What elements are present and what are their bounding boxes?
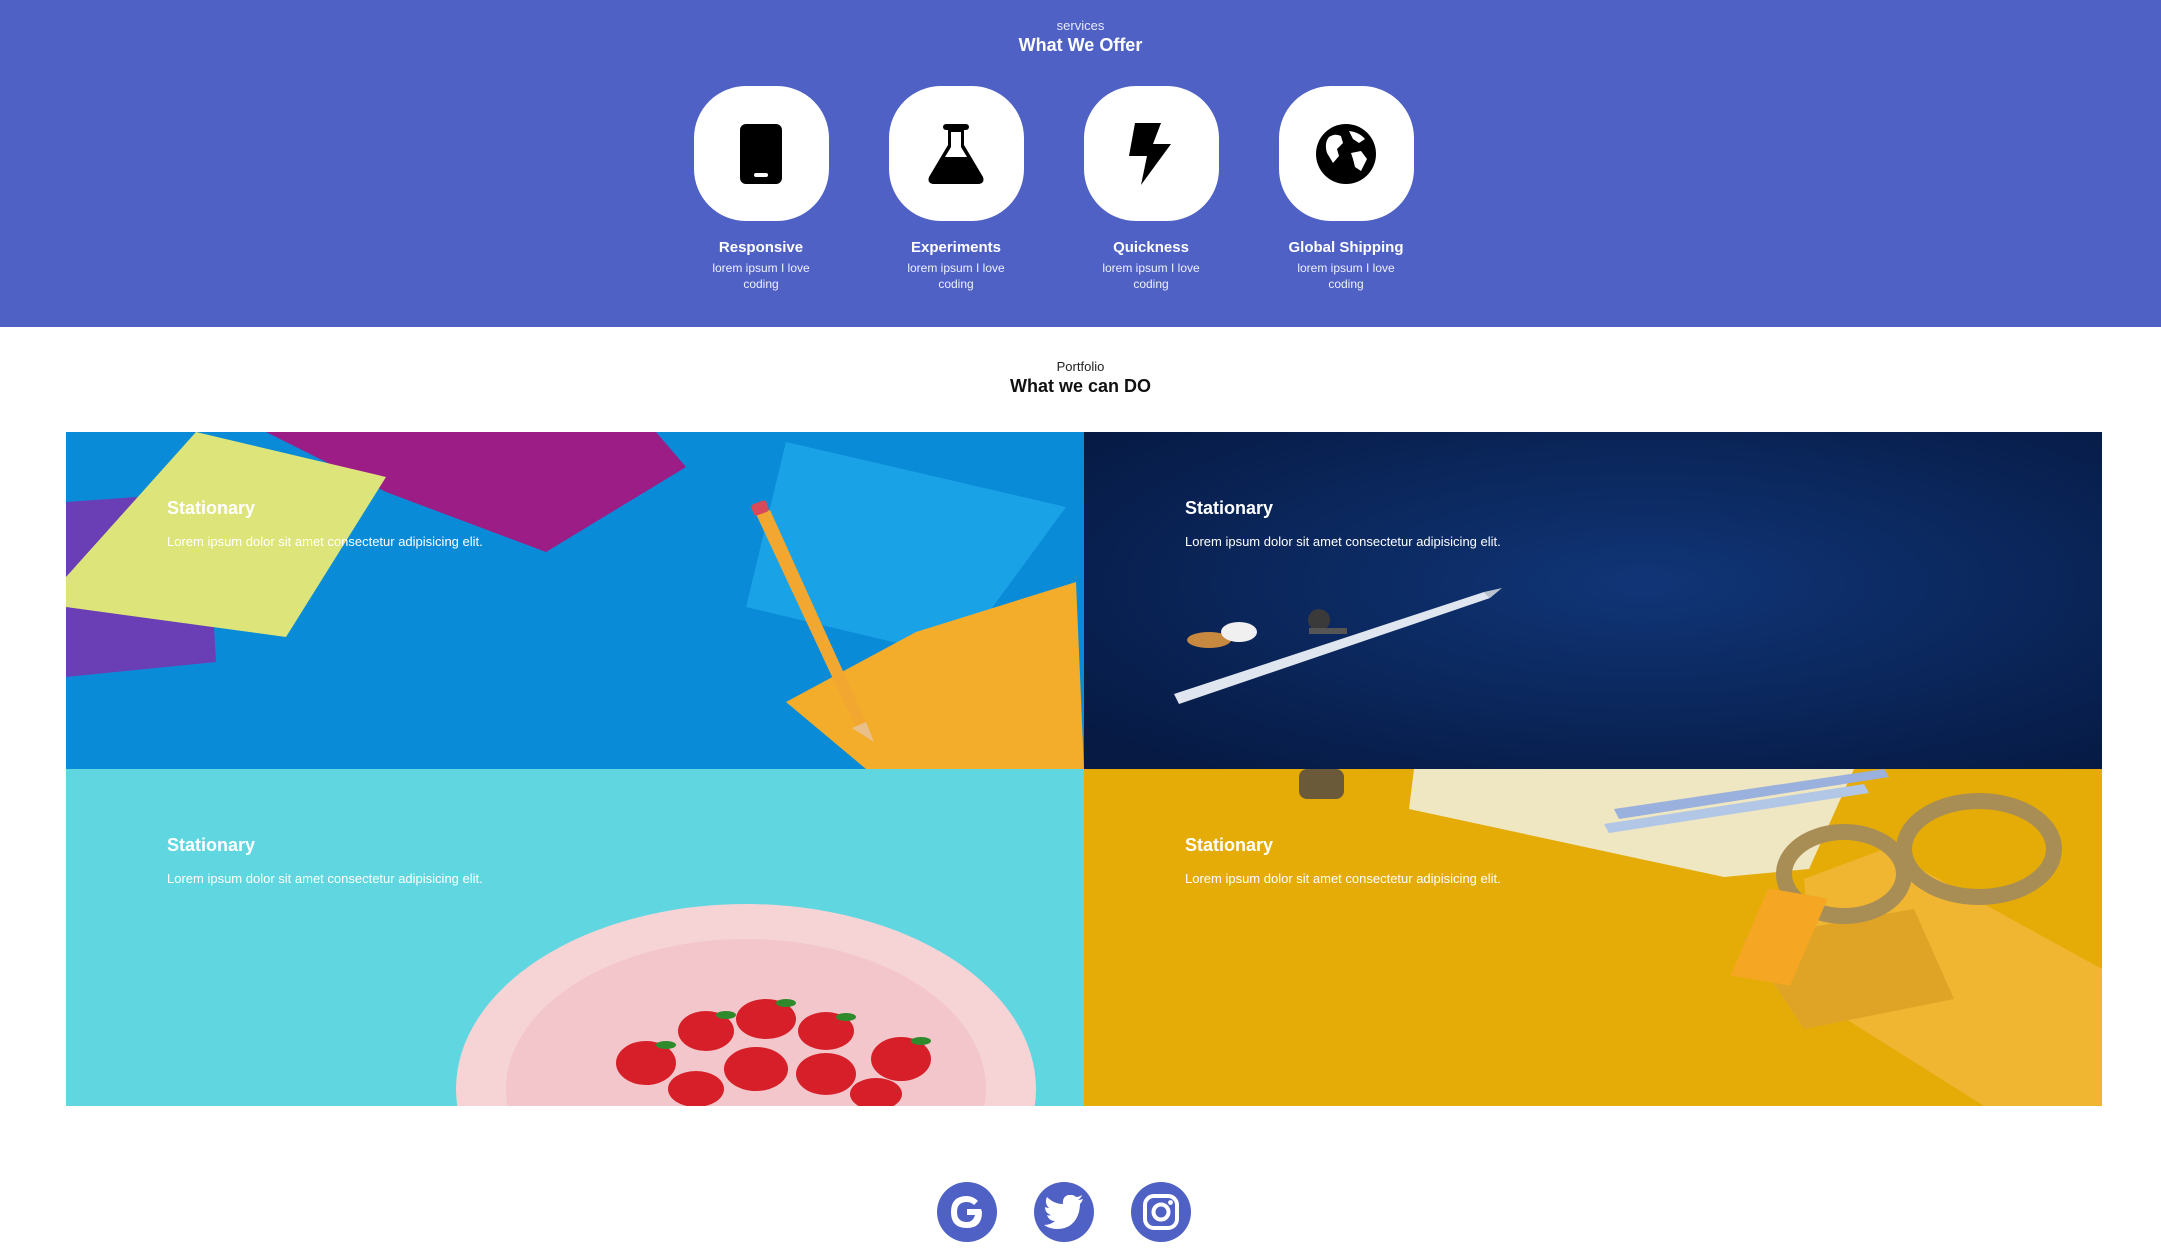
service-desc: lorem ipsum I love coding: [712, 261, 810, 291]
service-quickness[interactable]: Quickness lorem ipsum I love coding: [1071, 86, 1231, 292]
card-text: Lorem ipsum dolor sit amet consectetur a…: [1185, 534, 1501, 549]
instagram-link[interactable]: [1131, 1182, 1191, 1242]
card-title: Stationary: [1185, 835, 1274, 855]
twitter-icon: [1044, 1195, 1083, 1229]
globe-icon: [1316, 123, 1376, 184]
portfolio-heading: What we can DO: [1009, 376, 1152, 396]
stationery-photo: [1084, 432, 2102, 769]
stationery-photo: [66, 769, 1084, 1106]
google-icon: [951, 1196, 982, 1228]
service-global-shipping[interactable]: Global Shipping lorem ipsum I love codin…: [1266, 86, 1426, 292]
instagram-icon: [1143, 1194, 1179, 1230]
portfolio-card[interactable]: Stationary Lorem ipsum dolor sit amet co…: [1084, 432, 2102, 769]
services-section: services What We Offer Responsive lorem …: [0, 0, 2161, 327]
stationery-photo: [1084, 769, 2102, 1106]
flask-icon: [928, 123, 984, 184]
card-title: Stationary: [167, 835, 256, 855]
services-heading: What We Offer: [1018, 35, 1143, 55]
services-eyebrow: services: [1056, 18, 1105, 33]
lightning-icon: [1129, 122, 1171, 185]
portfolio-card[interactable]: Stationary Lorem ipsum dolor sit amet co…: [1084, 769, 2102, 1106]
portfolio-card[interactable]: Stationary Lorem ipsum dolor sit amet co…: [66, 432, 1084, 769]
stationery-photo: [66, 432, 1084, 769]
service-responsive[interactable]: Responsive lorem ipsum I love coding: [681, 86, 841, 292]
card-text: Lorem ipsum dolor sit amet consectetur a…: [167, 534, 483, 549]
service-experiments[interactable]: Experiments lorem ipsum I love coding: [876, 86, 1036, 292]
service-desc: lorem ipsum I love coding: [1297, 261, 1395, 291]
service-desc: lorem ipsum I love coding: [907, 261, 1005, 291]
service-tile[interactable]: [693, 86, 829, 221]
portfolio-card[interactable]: Stationary Lorem ipsum dolor sit amet co…: [66, 769, 1084, 1106]
card-title: Stationary: [167, 498, 256, 518]
service-tile[interactable]: [1083, 86, 1219, 221]
service-tile[interactable]: [888, 86, 1024, 221]
service-title: Responsive: [718, 239, 804, 256]
card-text: Lorem ipsum dolor sit amet consectetur a…: [1185, 871, 1501, 886]
service-title: Quickness: [1113, 239, 1189, 256]
google-link[interactable]: [937, 1182, 997, 1242]
mobile-icon: [740, 123, 782, 184]
service-title: Global Shipping: [1288, 239, 1404, 256]
service-tile[interactable]: [1278, 86, 1414, 221]
service-desc: lorem ipsum I love coding: [1102, 261, 1200, 291]
twitter-link[interactable]: [1034, 1182, 1094, 1242]
portfolio-eyebrow: Portfolio: [1056, 359, 1105, 374]
service-title: Experiments: [910, 239, 1002, 256]
portfolio-grid: Stationary Lorem ipsum dolor sit amet co…: [66, 432, 2102, 1106]
card-title: Stationary: [1185, 498, 1274, 518]
card-text: Lorem ipsum dolor sit amet consectetur a…: [167, 871, 483, 886]
